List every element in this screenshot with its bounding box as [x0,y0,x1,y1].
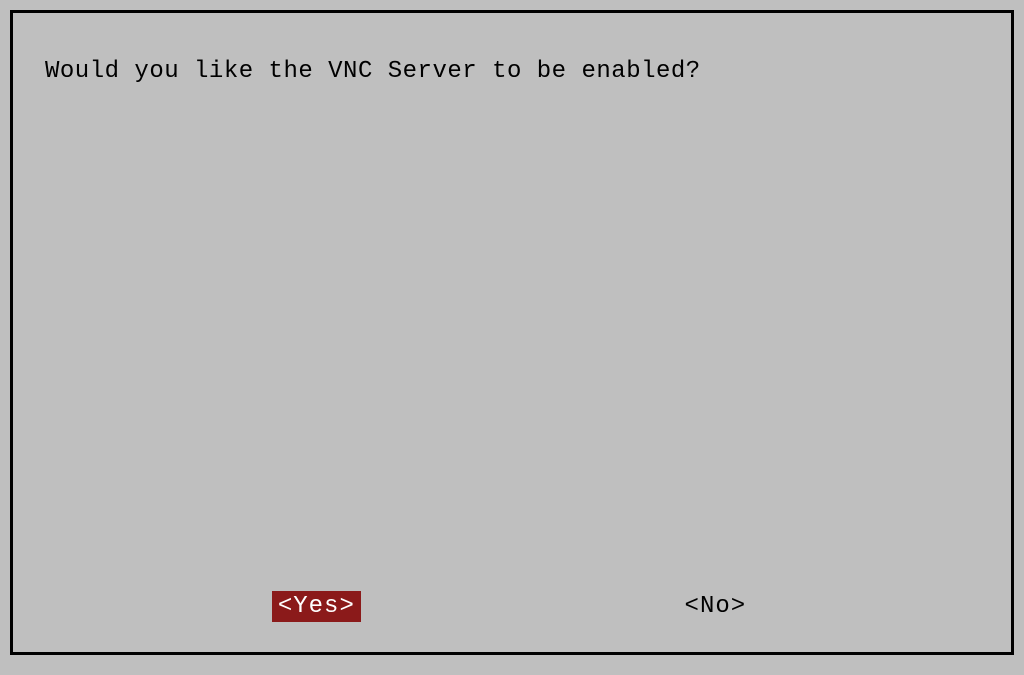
dialog-prompt: Would you like the VNC Server to be enab… [45,58,701,85]
no-button[interactable]: <No> [679,591,753,622]
dialog-button-row: <Yes> <No> [13,591,1011,622]
confirm-dialog: Would you like the VNC Server to be enab… [10,10,1014,655]
yes-button[interactable]: <Yes> [272,591,361,622]
